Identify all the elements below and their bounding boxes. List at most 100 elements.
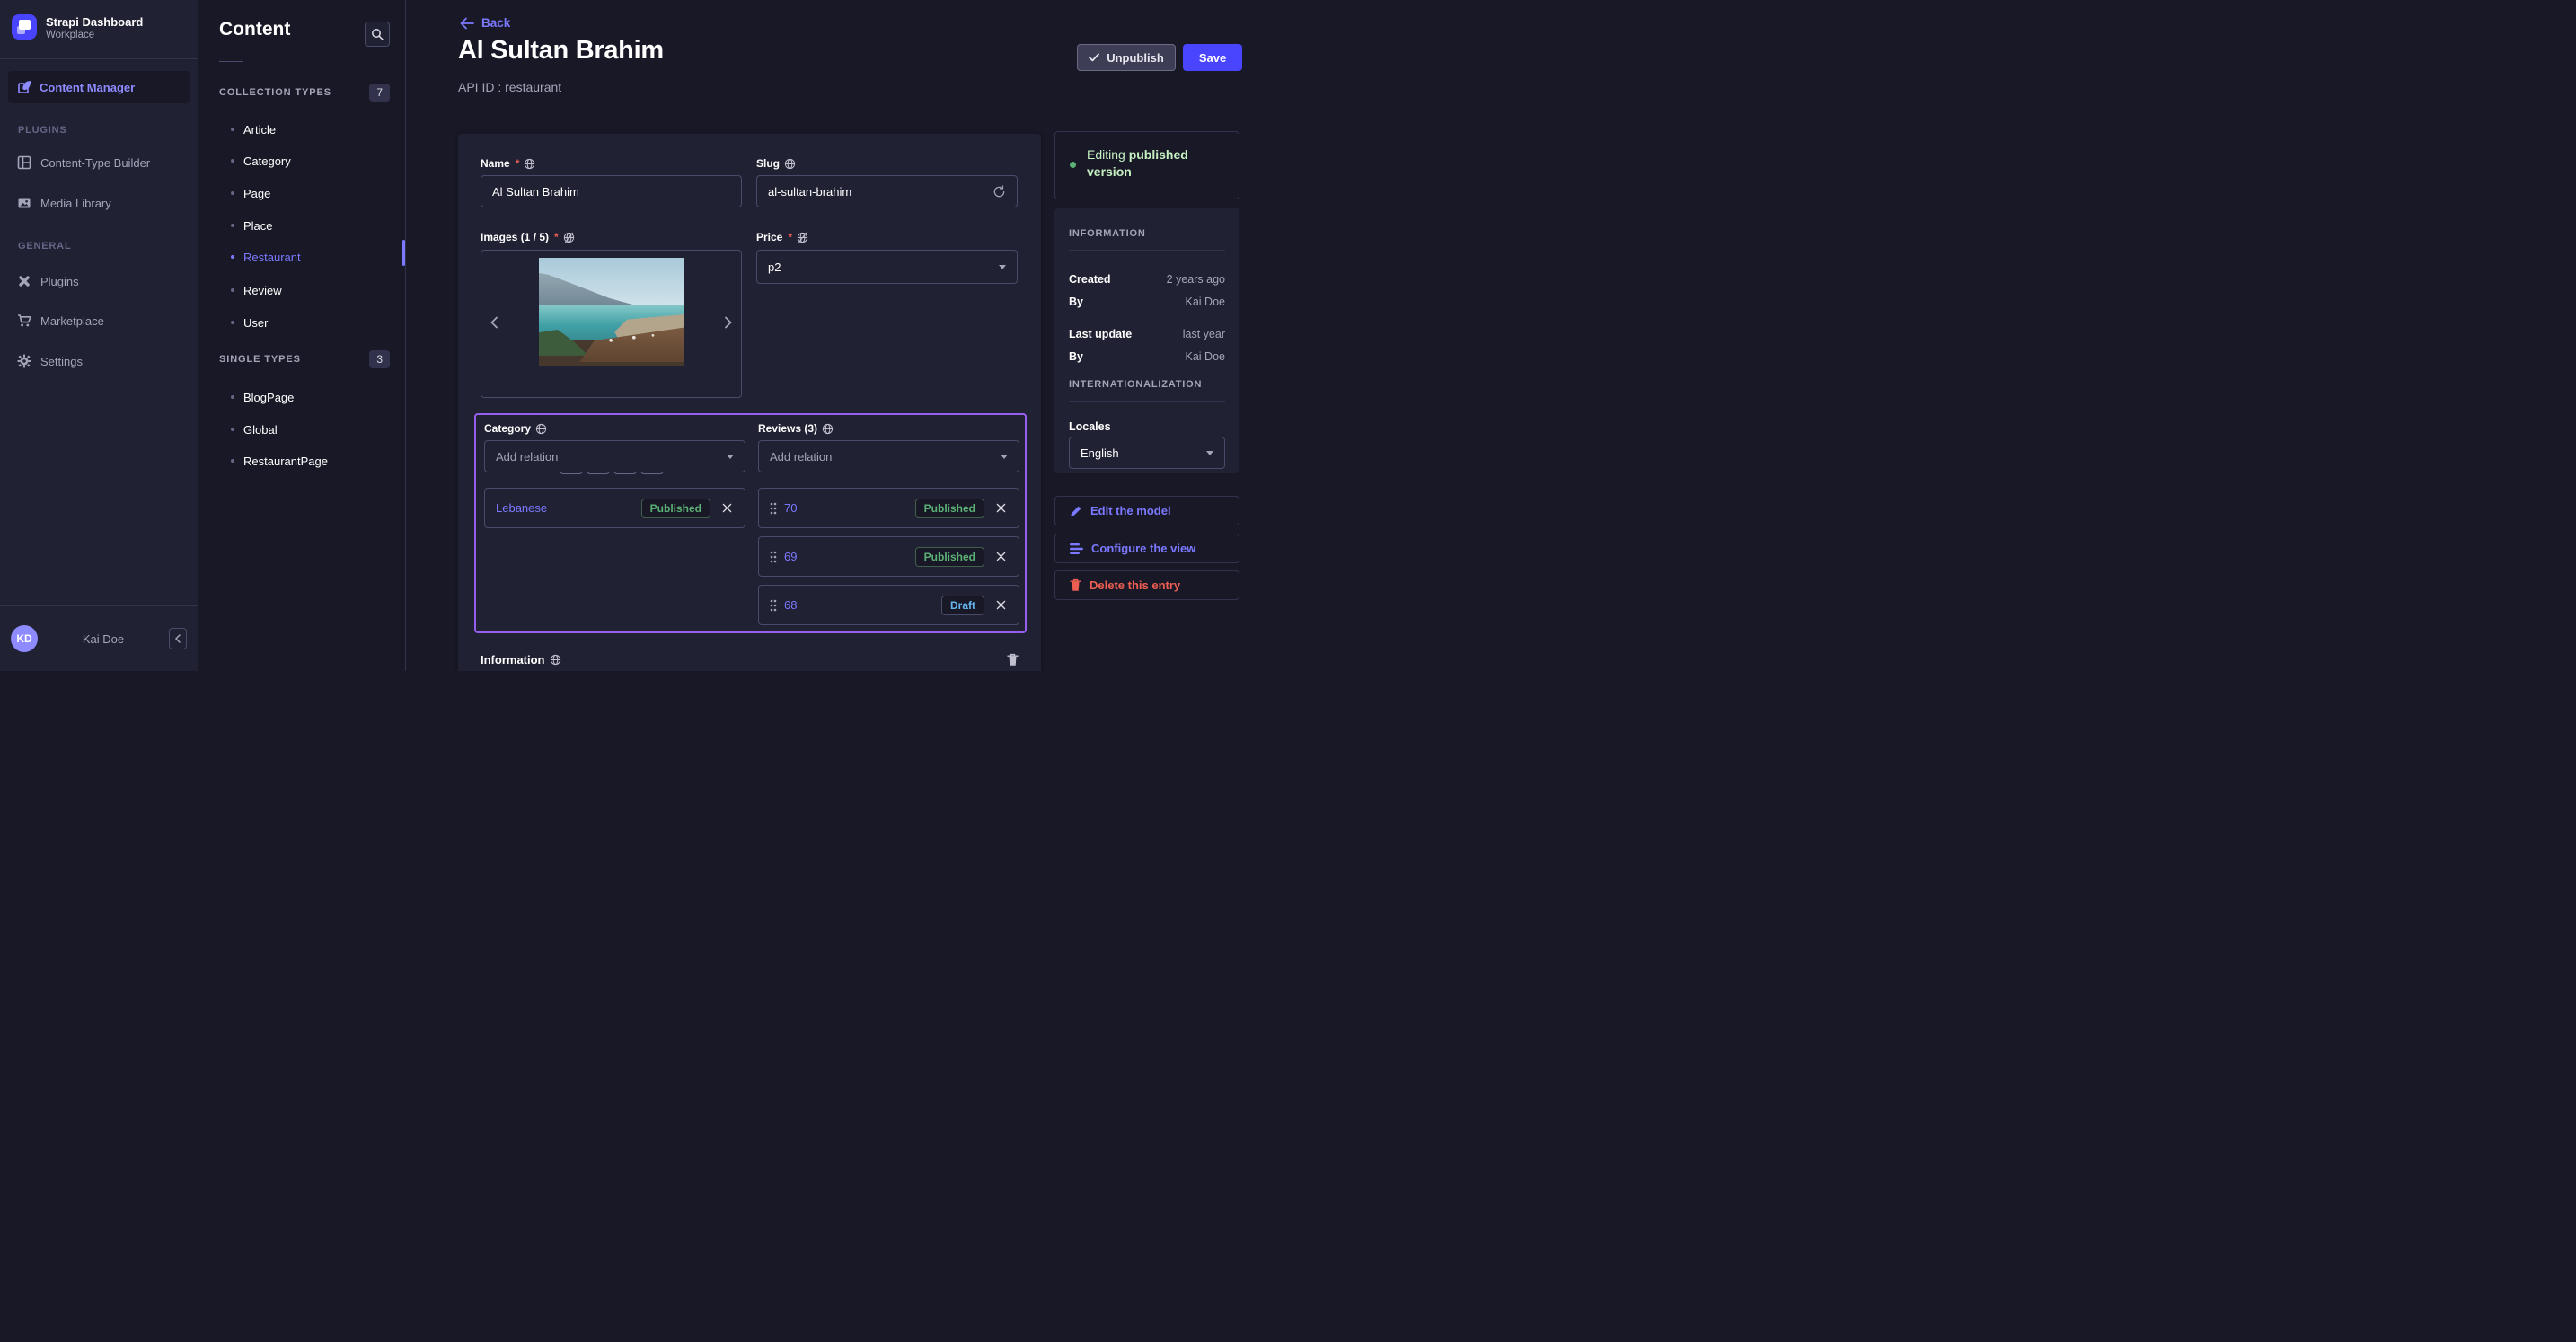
relation-link[interactable]: 70	[784, 501, 908, 515]
reviews-field-label: Reviews (3)	[758, 422, 834, 435]
cart-icon	[17, 313, 31, 328]
status-badge: Published	[914, 546, 984, 567]
info-row-label: By	[1069, 350, 1083, 363]
sidebar-item-settings[interactable]: Settings	[8, 345, 190, 377]
edit-form-card: Name * Al Sultan Brahim Slug al-sultan-br…	[458, 134, 1041, 671]
price-select[interactable]: p2	[756, 250, 1018, 284]
subnav-item-category[interactable]: Category	[231, 147, 384, 174]
slug-input[interactable]: al-sultan-brahim	[756, 175, 1018, 207]
sidebar-item-media-library[interactable]: Media Library	[8, 187, 190, 219]
scrollbar-thumb[interactable]	[402, 240, 405, 266]
collection-types-header: COLLECTION TYPES 7	[219, 84, 390, 102]
locales-label: Locales	[1069, 420, 1111, 433]
trash-icon	[1070, 578, 1081, 592]
back-link[interactable]: Back	[460, 16, 510, 30]
unpublish-button[interactable]: Unpublish	[1077, 44, 1176, 71]
sidebar-item-content-manager[interactable]: Content Manager	[8, 71, 190, 103]
globe-icon	[535, 423, 547, 435]
info-row-value: Kai Doe	[1185, 350, 1225, 363]
subnav-item-restaurant[interactable]: Restaurant	[231, 243, 384, 270]
remove-relation-button[interactable]	[992, 596, 1010, 614]
locale-value: English	[1081, 446, 1119, 460]
info-row-value: last year	[1182, 328, 1225, 340]
sidebar-item-marketplace[interactable]: Marketplace	[8, 305, 190, 337]
field-label-text: Images (1 / 5)	[481, 231, 550, 243]
remove-relation-button[interactable]	[718, 499, 736, 517]
subnav-item-label: Page	[243, 186, 271, 200]
main-sidebar: Strapi Dashboard Workplace Content Manag…	[0, 0, 198, 671]
relation-link[interactable]: 69	[784, 550, 908, 563]
reviews-add-relation-select[interactable]: Add relation	[758, 440, 1019, 472]
delete-entry-label: Delete this entry	[1090, 578, 1181, 592]
locale-select[interactable]: English	[1069, 437, 1225, 469]
collapse-sidebar-button[interactable]	[169, 628, 187, 649]
remove-relation-button[interactable]	[992, 499, 1010, 517]
bullet-icon	[231, 224, 234, 227]
subnav-item-restaurantpage[interactable]: RestaurantPage	[231, 447, 384, 474]
drag-handle-icon[interactable]	[770, 502, 777, 515]
nav-section-general: GENERAL	[18, 241, 72, 252]
field-label-text: Price	[756, 231, 783, 243]
carousel-prev-button[interactable]	[487, 315, 501, 330]
remove-relation-button[interactable]	[992, 548, 1010, 566]
delete-component-button[interactable]	[1007, 653, 1019, 667]
divider	[219, 61, 243, 62]
status-badge: Published	[640, 498, 710, 518]
sidebar-item-content-type-builder[interactable]: Content-Type Builder	[8, 146, 190, 179]
sidebar-item-label: Settings	[40, 354, 83, 368]
category-add-relation-select[interactable]: Add relation	[484, 440, 745, 472]
field-label-text: Name	[481, 157, 510, 170]
edit-model-label: Edit the model	[1090, 504, 1171, 517]
edit-model-button[interactable]: Edit the model	[1054, 496, 1239, 525]
bullet-icon	[231, 459, 234, 463]
category-relation-item: Lebanese Published	[484, 488, 745, 528]
info-row-value: 2 years ago	[1166, 273, 1225, 286]
regenerate-icon[interactable]	[992, 184, 1006, 199]
globe-icon	[524, 158, 535, 170]
sidebar-item-plugins[interactable]: Plugins	[8, 265, 190, 297]
carousel-next-button[interactable]	[721, 315, 736, 330]
price-field-label: Price *	[756, 231, 808, 243]
section-title: SINGLE TYPES	[219, 354, 301, 365]
i18n-panel-title: INTERNATIONALIZATION	[1069, 379, 1203, 390]
info-row-label: Created	[1069, 273, 1111, 286]
subnav-item-user[interactable]: User	[231, 309, 384, 336]
divider	[1069, 250, 1225, 251]
divider	[1069, 401, 1225, 402]
workspace-subtitle: Workplace	[46, 30, 95, 40]
relation-link[interactable]: 68	[784, 598, 934, 612]
price-value: p2	[768, 260, 781, 274]
subnav-item-review[interactable]: Review	[231, 277, 384, 304]
select-placeholder: Add relation	[496, 449, 559, 464]
workspace-header[interactable]: Strapi Dashboard Workplace	[0, 0, 198, 59]
subnav-item-place[interactable]: Place	[231, 212, 384, 239]
relation-link[interactable]: Lebanese	[496, 501, 634, 515]
subnav-item-global[interactable]: Global	[231, 416, 384, 443]
bullet-icon	[231, 288, 234, 292]
name-value: Al Sultan Brahim	[492, 184, 579, 199]
section-title: COLLECTION TYPES	[219, 87, 332, 98]
name-input[interactable]: Al Sultan Brahim	[481, 175, 742, 207]
globe-icon	[550, 654, 561, 666]
field-label-text: Slug	[756, 157, 780, 170]
subnav-item-blogpage[interactable]: BlogPage	[231, 384, 384, 411]
slug-value: al-sultan-brahim	[768, 184, 852, 199]
bullet-icon	[231, 128, 234, 131]
bullet-icon	[231, 395, 234, 399]
drag-handle-icon[interactable]	[770, 551, 777, 563]
configure-view-button[interactable]: Configure the view	[1054, 534, 1239, 563]
chevron-down-icon	[999, 264, 1006, 269]
restaurant-photo[interactable]	[539, 258, 684, 366]
user-name: Kai Doe	[82, 631, 125, 646]
drag-handle-icon[interactable]	[770, 599, 777, 612]
sidebar-item-label: Content-Type Builder	[40, 155, 151, 170]
page-title: Al Sultan Brahim	[458, 36, 664, 65]
check-icon	[1089, 53, 1100, 62]
search-button[interactable]	[365, 22, 390, 47]
subnav-item-article[interactable]: Article	[231, 116, 384, 143]
subnav-item-page[interactable]: Page	[231, 180, 384, 207]
editing-status-normal: Editing	[1087, 147, 1125, 162]
save-button[interactable]: Save	[1183, 44, 1242, 71]
avatar[interactable]: KD	[11, 625, 38, 652]
delete-entry-button[interactable]: Delete this entry	[1054, 570, 1239, 600]
